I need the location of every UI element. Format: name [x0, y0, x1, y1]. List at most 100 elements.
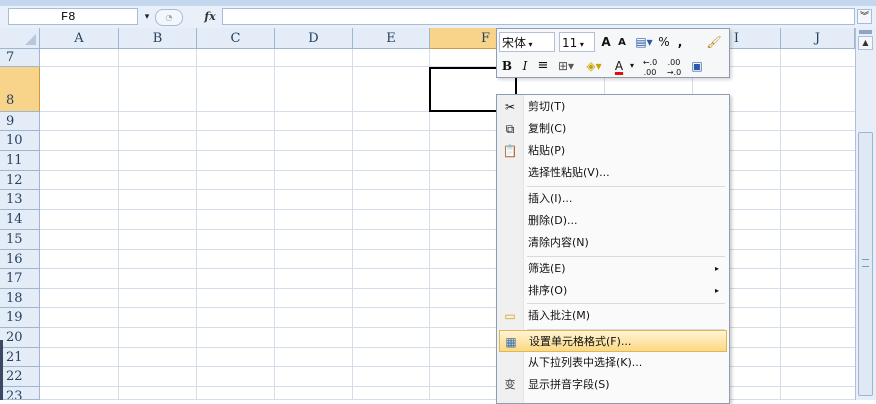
menu-item-paste-special[interactable]: 选择性粘贴(V)... [499, 162, 727, 184]
italic-button[interactable]: I [517, 56, 533, 76]
paste-icon: 📋 [502, 144, 518, 158]
menu-item-paste[interactable]: 📋 粘贴(P) [499, 140, 727, 162]
table-row[interactable] [40, 151, 855, 171]
row-header-17[interactable]: 17 [0, 269, 40, 289]
merge-cells-button[interactable]: ▣ [687, 56, 707, 76]
menu-item-filter[interactable]: 筛选(E) ▸ [499, 258, 727, 280]
table-row[interactable] [40, 171, 855, 190]
name-box-dropdown-icon[interactable]: ▾ [141, 9, 153, 25]
shrink-font-button[interactable]: A [615, 33, 629, 53]
scissors-icon: ✂ [504, 100, 516, 114]
scroll-up-icon[interactable]: ▲ [858, 36, 873, 50]
comma-icon: , [677, 35, 683, 49]
font-size-box[interactable]: 11 ▾ [559, 32, 595, 52]
row-header-16[interactable]: 16 [0, 250, 40, 269]
font-name-box[interactable]: 宋体 ▾ [499, 32, 555, 52]
column-header-c[interactable]: C [197, 28, 275, 49]
accounting-format-button[interactable]: ▤▾ [632, 32, 656, 52]
decrease-decimal-button[interactable]: .00 →.0 [663, 56, 685, 78]
table-row[interactable] [40, 49, 855, 67]
chevron-down-icon: ▾ [577, 40, 584, 49]
menu-item-pick-from-list[interactable]: 从下拉列表中选择(K)... [499, 352, 727, 374]
table-row[interactable] [40, 367, 855, 387]
formula-cancel-enter-icon[interactable]: ◔ [155, 9, 183, 26]
menu-item-clear-contents[interactable]: 清除内容(N) [499, 232, 727, 254]
column-header-b[interactable]: B [119, 28, 197, 49]
table-row[interactable] [40, 190, 855, 210]
column-header-j[interactable]: J [781, 28, 855, 49]
row-header-19[interactable]: 19 [0, 308, 40, 328]
increase-decimal-icon: ←.0 .00 [642, 58, 658, 77]
formula-input[interactable] [222, 8, 855, 25]
table-row[interactable] [40, 210, 855, 230]
menu-item-delete[interactable]: 删除(D)... [499, 210, 727, 232]
row-header-23[interactable]: 23 [0, 387, 40, 400]
table-row[interactable] [40, 387, 855, 400]
vertical-scrollbar[interactable]: ▲ [855, 28, 876, 400]
row-header-21[interactable]: 21 [0, 348, 40, 367]
menu-item-label: 筛选(E) [528, 262, 566, 275]
table-row[interactable] [40, 348, 855, 367]
menu-item-format-cells[interactable]: ▦ 设置单元格格式(F)... [499, 330, 727, 352]
column-header-d[interactable]: D [275, 28, 353, 49]
align-center-button[interactable]: ≡ [535, 56, 551, 76]
row-header-12[interactable]: 12 [0, 171, 40, 190]
menu-item-cut[interactable]: ✂ 剪切(T) [499, 96, 727, 118]
increase-decimal-button[interactable]: ←.0 .00 [639, 56, 661, 78]
fill-color-button[interactable]: ◈▾ [581, 56, 607, 76]
bold-button[interactable]: B [499, 56, 515, 76]
table-row[interactable] [40, 328, 855, 348]
menu-item-label: 剪切(T) [528, 100, 566, 113]
table-row[interactable] [40, 250, 855, 269]
row-header-10[interactable]: 10 [0, 131, 40, 151]
percent-button[interactable]: % [657, 32, 671, 52]
comma-button[interactable]: , [673, 32, 687, 52]
table-row[interactable] [40, 112, 855, 131]
table-row[interactable] [40, 308, 855, 328]
table-row[interactable] [40, 131, 855, 151]
row-header-13[interactable]: 13 [0, 190, 40, 210]
menu-item-show-phonetic[interactable]: 变显示拼音字段(S) [499, 374, 727, 396]
menu-item-sort[interactable]: 排序(O) ▸ [499, 280, 727, 302]
scroll-thumb[interactable] [858, 132, 873, 396]
row-header-14[interactable]: 14 [0, 210, 40, 230]
row-header-11[interactable]: 11 [0, 151, 40, 171]
row-header-8[interactable]: 8 [0, 67, 40, 112]
table-row[interactable] [40, 230, 855, 250]
name-box[interactable]: F8 [8, 8, 138, 25]
borders-button[interactable]: ⊞▾ [553, 56, 579, 76]
merge-cells-icon: ▣ [691, 59, 703, 73]
column-header-e[interactable]: E [353, 28, 430, 49]
menu-item-label: 清除内容(N) [528, 236, 589, 249]
window-edge [0, 340, 3, 400]
shrink-font-icon: A [618, 37, 626, 48]
expand-formula-bar-icon[interactable]: ︾ [857, 9, 872, 24]
row-header-7[interactable]: 7 [0, 49, 40, 67]
insert-function-button[interactable]: fx [200, 8, 220, 25]
menu-item-label: 插入批注(M) [528, 309, 591, 322]
menu-item-insert[interactable]: 插入(I)... [499, 188, 727, 210]
grow-font-button[interactable]: A [598, 32, 614, 52]
select-all-corner[interactable] [0, 28, 40, 49]
format-painter-button[interactable]: 🖌 [703, 32, 725, 52]
grip-icon [862, 259, 869, 267]
column-header-a[interactable]: A [40, 28, 119, 49]
table-row[interactable] [40, 269, 855, 289]
font-color-button[interactable]: A [611, 56, 627, 76]
row-header-22[interactable]: 22 [0, 367, 40, 387]
chevron-down-icon: ▾ [526, 40, 533, 49]
row-header-15[interactable]: 15 [0, 230, 40, 250]
font-color-dropdown[interactable]: ▾ [627, 56, 637, 76]
table-row[interactable] [40, 289, 855, 308]
split-handle[interactable] [859, 30, 872, 34]
menu-item-label: 选择性粘贴(V)... [528, 166, 610, 179]
copy-icon: ⧉ [505, 122, 515, 136]
menu-item-label: 显示拼音字段(S) [528, 378, 610, 391]
row-header-9[interactable]: 9 [0, 112, 40, 131]
menu-item-copy[interactable]: ⧉ 复制(C) [499, 118, 727, 140]
formula-bar: F8 ▾ ◔ fx ︾ [0, 6, 876, 29]
row-header-18[interactable]: 18 [0, 289, 40, 308]
menu-item-label: 设置单元格格式(F)... [529, 335, 632, 348]
menu-item-insert-comment[interactable]: ▭ 插入批注(M) [499, 305, 727, 327]
row-header-20[interactable]: 20 [0, 328, 40, 348]
